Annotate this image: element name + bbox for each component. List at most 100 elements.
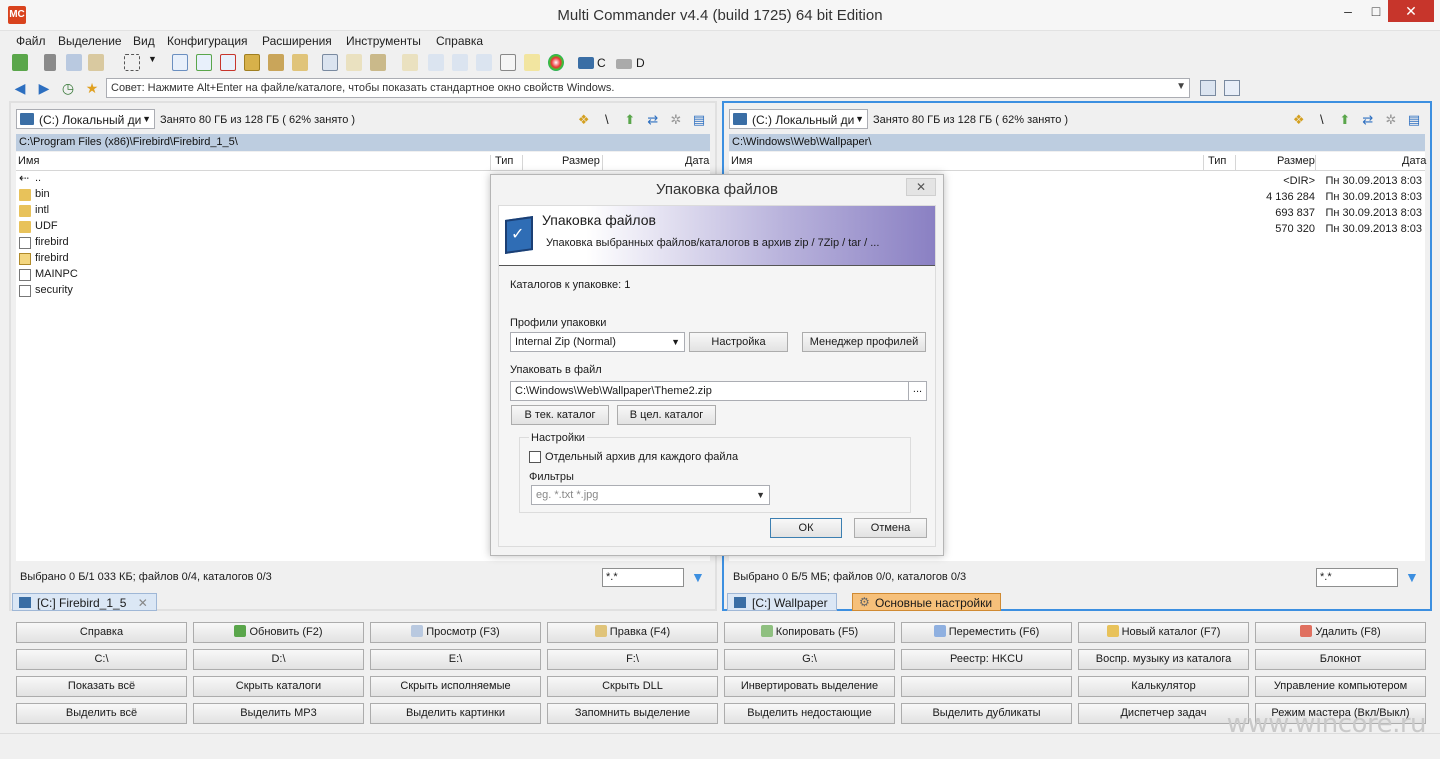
refresh-icon[interactable]	[12, 54, 28, 71]
swap-icon[interactable]: ⇄	[645, 112, 661, 128]
invert-selection-button[interactable]: Инвертировать выделение	[724, 676, 895, 697]
edit-button[interactable]: Правка (F4)	[547, 622, 718, 643]
separate-archive-checkbox[interactable]	[529, 451, 541, 463]
search-files-icon[interactable]	[370, 54, 386, 71]
notepad-button[interactable]: Блокнот	[1255, 649, 1426, 670]
size-icon[interactable]	[402, 54, 418, 71]
right-path[interactable]: C:\Windows\Web\Wallpaper\	[729, 134, 1425, 151]
paste-icon[interactable]	[88, 54, 104, 71]
disconnect-icon[interactable]: ✲	[1383, 112, 1399, 128]
cut-icon[interactable]	[44, 54, 56, 71]
compare-icon[interactable]	[452, 54, 468, 71]
cancel-button[interactable]: Отмена	[854, 518, 927, 538]
view-mode-icon[interactable]: ▤	[691, 112, 707, 128]
menu-help[interactable]: Справка	[436, 34, 483, 48]
back-icon[interactable]: ◀	[12, 80, 28, 96]
edit-icon[interactable]	[346, 54, 362, 71]
refresh-button[interactable]: Обновить (F2)	[193, 622, 364, 643]
col-date[interactable]: Дата	[685, 155, 709, 167]
select-dropdown-icon[interactable]: ▼	[148, 54, 158, 71]
calculator-icon[interactable]	[1224, 80, 1240, 96]
view-mode-icon[interactable]: ▤	[1406, 112, 1422, 128]
new-folder-button[interactable]: Новый каталог (F7)	[1078, 622, 1249, 643]
select-images-button[interactable]: Выделить картинки	[370, 703, 541, 724]
copy-icon[interactable]	[66, 54, 82, 71]
root-icon[interactable]: \	[1314, 112, 1330, 128]
swap-icon[interactable]: ⇄	[1360, 112, 1376, 128]
move-file-icon[interactable]	[196, 54, 212, 71]
ok-button[interactable]: ОК	[770, 518, 842, 538]
folder-tree-icon[interactable]: ❖	[1291, 112, 1307, 128]
archive-icon[interactable]	[292, 54, 308, 71]
col-size[interactable]: Размер	[562, 155, 600, 167]
calculator-button[interactable]: Калькулятор	[1078, 676, 1249, 697]
view-icon[interactable]	[322, 54, 338, 71]
folder-tree-icon[interactable]: ❖	[576, 112, 592, 128]
col-date[interactable]: Дата	[1402, 155, 1426, 167]
hint-box[interactable]: Совет: Нажмите Alt+Enter на файле/катало…	[106, 78, 1190, 98]
drive-e-button[interactable]: E:\	[370, 649, 541, 670]
left-filter-input[interactable]: *.*	[602, 568, 684, 587]
menu-configuration[interactable]: Конфигурация	[167, 34, 248, 48]
hide-exe-button[interactable]: Скрыть исполняемые	[370, 676, 541, 697]
menu-view[interactable]: Вид	[133, 34, 155, 48]
left-tab[interactable]: [C:] Firebird_1_5 ✕	[12, 593, 157, 611]
copy-button[interactable]: Копировать (F5)	[724, 622, 895, 643]
select-mp3-button[interactable]: Выделить MP3	[193, 703, 364, 724]
right-drive-select[interactable]: (C:) Локальный ди ▼	[729, 109, 868, 129]
computer-management-button[interactable]: Управление компьютером	[1255, 676, 1426, 697]
select-missing-button[interactable]: Выделить недостающие	[724, 703, 895, 724]
color-icon[interactable]	[548, 54, 564, 71]
menu-selection[interactable]: Выделение	[58, 34, 122, 48]
list-view-icon[interactable]	[1200, 80, 1216, 96]
select-all-button[interactable]: Выделить всё	[16, 703, 187, 724]
drive-c-label[interactable]: C	[597, 56, 606, 70]
col-name[interactable]: Имя	[731, 155, 752, 167]
drive-f-button[interactable]: F:\	[547, 649, 718, 670]
separate-archive-label[interactable]: Отдельный архив для каждого файла	[545, 451, 738, 463]
pack-to-input[interactable]: C:\Windows\Web\Wallpaper\Theme2.zip ...	[510, 381, 927, 401]
remember-selection-button[interactable]: Запомнить выделение	[547, 703, 718, 724]
menu-tools[interactable]: Инструменты	[346, 34, 421, 48]
close-icon[interactable]: ✕	[138, 596, 148, 610]
drive-g-button[interactable]: G:\	[724, 649, 895, 670]
right-filter-input[interactable]: *.*	[1316, 568, 1398, 587]
col-size[interactable]: Размер	[1277, 155, 1315, 167]
task-manager-button[interactable]: Диспетчер задач	[1078, 703, 1249, 724]
filter-icon[interactable]: ▼	[691, 570, 707, 584]
menu-file[interactable]: Файл	[16, 34, 46, 48]
settings-tab[interactable]: ⚙ Основные настройки	[852, 593, 1002, 611]
profile-select[interactable]: Internal Zip (Normal) ▼	[510, 332, 685, 352]
notes-icon[interactable]	[524, 54, 540, 71]
parent-dir-icon[interactable]: ⬆	[622, 112, 638, 128]
hide-dll-button[interactable]: Скрыть DLL	[547, 676, 718, 697]
properties-icon[interactable]	[428, 54, 444, 71]
disconnect-icon[interactable]: ✲	[668, 112, 684, 128]
help-button[interactable]: Справка	[16, 622, 187, 643]
clipboard-icon[interactable]	[500, 54, 516, 71]
filters-input[interactable]: eg. *.txt *.jpg ▼	[531, 485, 770, 505]
browse-button[interactable]: ...	[908, 382, 926, 400]
right-tab[interactable]: [C:] Wallpaper	[727, 593, 837, 611]
forward-icon[interactable]: ▶	[36, 80, 52, 96]
drive-d-button[interactable]: D:\	[193, 649, 364, 670]
col-type[interactable]: Тип	[1208, 155, 1226, 167]
unpack-icon[interactable]	[268, 54, 284, 71]
col-name[interactable]: Имя	[18, 155, 39, 167]
root-icon[interactable]: \	[599, 112, 615, 128]
select-icon[interactable]	[124, 54, 140, 71]
drive-d-label[interactable]: D	[636, 56, 645, 70]
empty-button[interactable]	[901, 676, 1072, 697]
select-duplicates-button[interactable]: Выделить дубликаты	[901, 703, 1072, 724]
current-dir-button[interactable]: В тек. каталог	[511, 405, 609, 425]
play-music-button[interactable]: Воспр. музыку из каталога	[1078, 649, 1249, 670]
delete-button[interactable]: Удалить (F8)	[1255, 622, 1426, 643]
left-drive-select[interactable]: (C:) Локальный ди ▼	[16, 109, 155, 129]
show-all-button[interactable]: Показать всё	[16, 676, 187, 697]
close-button[interactable]: ✕	[1388, 0, 1434, 22]
registry-button[interactable]: Реестр: HKCU	[901, 649, 1072, 670]
left-path[interactable]: C:\Program Files (x86)\Firebird\Firebird…	[16, 134, 710, 151]
target-dir-button[interactable]: В цел. каталог	[617, 405, 716, 425]
parent-dir-icon[interactable]: ⬆	[1337, 112, 1353, 128]
minimize-button[interactable]: –	[1334, 0, 1362, 22]
